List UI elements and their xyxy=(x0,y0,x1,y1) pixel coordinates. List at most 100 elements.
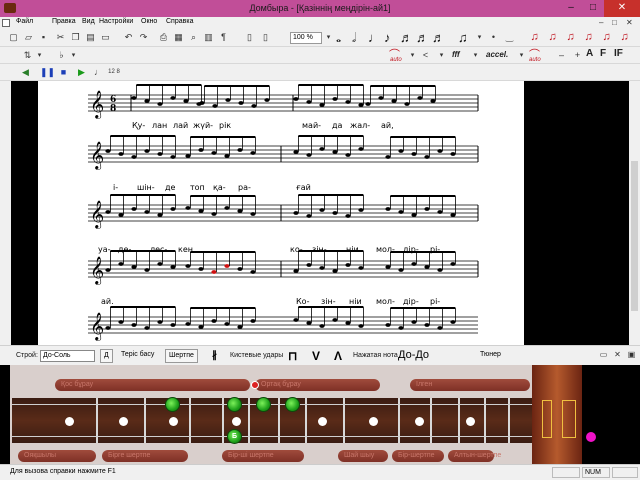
sixteenth-note-icon[interactable]: ♬ xyxy=(400,30,413,45)
slur-dropdown-icon[interactable]: ▾ xyxy=(407,50,418,61)
quarter-note-icon[interactable]: ♩ xyxy=(368,30,381,45)
maximize-button[interactable]: □ xyxy=(582,0,604,17)
note-head xyxy=(398,268,404,272)
d-button[interactable]: Д xyxy=(100,349,113,363)
tuning-peg-marker[interactable] xyxy=(586,432,596,442)
flat-icon[interactable]: ♭ xyxy=(56,50,67,61)
pause-icon[interactable]: ❚❚ xyxy=(40,67,55,78)
lyric-syllable: жүй- xyxy=(193,121,214,130)
minimize-button[interactable]: – xyxy=(560,0,582,17)
sixty-fourth-note-icon[interactable]: ♬ xyxy=(432,30,445,45)
page-layout-icon[interactable]: ▯ xyxy=(260,32,271,43)
open-file-icon[interactable]: ▱ xyxy=(23,32,34,43)
insert-icon[interactable]: ▥ xyxy=(203,32,214,43)
scrollbar-thumb[interactable] xyxy=(631,161,638,311)
accel-button[interactable]: accel. xyxy=(486,50,508,59)
redo-icon[interactable]: ↷ xyxy=(138,32,149,43)
auto-beam-icon[interactable]: ♫ xyxy=(528,31,541,44)
note-head xyxy=(185,322,191,326)
zoom-select[interactable]: 100 % xyxy=(290,32,322,44)
half-note-icon[interactable]: 𝅗𝅥 xyxy=(352,30,356,45)
tie-icon[interactable]: ‿ xyxy=(504,32,515,43)
note-head xyxy=(411,213,417,217)
arrows-icon[interactable]: ⇅ xyxy=(22,50,33,61)
crescendo-icon[interactable]: < xyxy=(420,50,431,61)
shertpe-button[interactable]: Шертпе xyxy=(165,349,198,363)
font-f-button[interactable]: F xyxy=(600,48,606,59)
speaker-icon[interactable]: ◀ xyxy=(20,67,31,78)
doc-restore-button[interactable]: □ xyxy=(612,18,617,27)
print-icon[interactable]: ⎙ xyxy=(158,32,169,43)
whole-note-icon[interactable]: 𝅝 xyxy=(336,30,341,45)
beam-icon-2[interactable]: ♫ xyxy=(564,31,577,44)
stop-icon[interactable]: ■ xyxy=(58,67,69,78)
tuning-select[interactable]: До-Соль xyxy=(40,350,95,362)
panel-minimize-icon[interactable]: ▭ xyxy=(598,349,609,360)
metronome-icon[interactable]: ♩ xyxy=(93,67,104,78)
note-head xyxy=(365,102,371,106)
menu-window[interactable]: Окно xyxy=(141,18,157,25)
note-head xyxy=(358,208,364,212)
menu-help[interactable]: Справка xyxy=(166,18,193,25)
play-icon[interactable]: ▶ xyxy=(76,67,87,78)
eighth-note-icon[interactable]: ♪ xyxy=(384,30,391,45)
menu-settings[interactable]: Настройки xyxy=(99,18,133,25)
fret-marker-green[interactable]: Б xyxy=(227,429,242,444)
copy-icon[interactable]: ❐ xyxy=(70,32,81,43)
beam-icon-3[interactable]: ♫ xyxy=(582,31,595,44)
crescendo-dropdown-icon[interactable]: ▾ xyxy=(436,50,447,61)
find-icon[interactable]: ⌕ xyxy=(188,32,199,43)
upstroke-v-button[interactable]: V xyxy=(312,349,320,363)
upstroke-a-button[interactable]: Λ xyxy=(334,349,342,363)
fret-marker-green[interactable] xyxy=(285,397,300,412)
undo-icon[interactable]: ↶ xyxy=(123,32,134,43)
triplet-dropdown-icon[interactable]: ▾ xyxy=(474,32,485,43)
note-head xyxy=(185,154,191,158)
beam-icon-4[interactable]: ♫ xyxy=(600,31,613,44)
fret-marker-green[interactable] xyxy=(256,397,271,412)
minus-icon[interactable]: – xyxy=(556,50,567,61)
fret-marker-green[interactable] xyxy=(165,397,180,412)
beam-icon-5[interactable]: ♫ xyxy=(618,31,631,44)
triplet-icon[interactable]: ♫ xyxy=(458,30,468,45)
dot-icon[interactable]: • xyxy=(488,32,499,43)
downstroke-button[interactable]: ⊓ xyxy=(288,349,297,363)
new-file-icon[interactable]: ▢ xyxy=(8,32,19,43)
reverse-bass-button[interactable]: Теріс басу xyxy=(118,349,157,363)
panel-pin-icon[interactable]: ▣ xyxy=(626,349,637,360)
save-icon[interactable]: ▪ xyxy=(38,32,49,43)
doc-minimize-button[interactable]: – xyxy=(599,18,603,27)
print-preview-icon[interactable]: ▦ xyxy=(173,32,184,43)
status-help-text: Для вызова справки нажмите F1 xyxy=(10,468,116,475)
paragraph-icon[interactable]: ¶ xyxy=(218,32,229,43)
accel-dropdown-icon[interactable]: ▾ xyxy=(516,50,527,61)
note-head xyxy=(385,207,391,211)
dynamics-button[interactable]: fff xyxy=(452,50,460,59)
font-if-button[interactable]: IF xyxy=(614,48,623,59)
paste-icon[interactable]: ▤ xyxy=(85,32,96,43)
tuner-button[interactable]: Тюнер xyxy=(477,349,504,363)
panel-close-icon[interactable]: ✕ xyxy=(612,349,623,360)
arrows-dropdown-icon[interactable]: ▾ xyxy=(34,50,45,61)
menu-file[interactable]: Файл xyxy=(16,18,33,25)
dynamics-dropdown-icon[interactable]: ▾ xyxy=(470,50,481,61)
menu-view[interactable]: Вид xyxy=(82,18,95,25)
vertical-scrollbar[interactable] xyxy=(629,81,640,345)
plus-icon[interactable]: + xyxy=(572,50,583,61)
thirty-second-note-icon[interactable]: ♬ xyxy=(416,30,429,45)
cut-icon[interactable]: ✂ xyxy=(55,32,66,43)
fret-marker-green[interactable] xyxy=(227,397,242,412)
open-folder-icon[interactable]: ▭ xyxy=(100,32,111,43)
note-head xyxy=(224,154,230,158)
page-icon[interactable]: ▯ xyxy=(244,32,255,43)
strumming-icon[interactable]: ∦ xyxy=(212,349,217,363)
note-head xyxy=(211,319,217,323)
flat-dropdown-icon[interactable]: ▾ xyxy=(68,50,79,61)
font-a-button[interactable]: A xyxy=(586,48,593,59)
zoom-dropdown-icon[interactable]: ▾ xyxy=(323,32,334,43)
note-head xyxy=(332,97,338,101)
doc-close-button[interactable]: ✕ xyxy=(626,18,633,27)
close-button[interactable]: ✕ xyxy=(604,0,640,17)
menu-edit[interactable]: Правка xyxy=(52,18,76,25)
beam-icon-1[interactable]: ♫ xyxy=(546,31,559,44)
